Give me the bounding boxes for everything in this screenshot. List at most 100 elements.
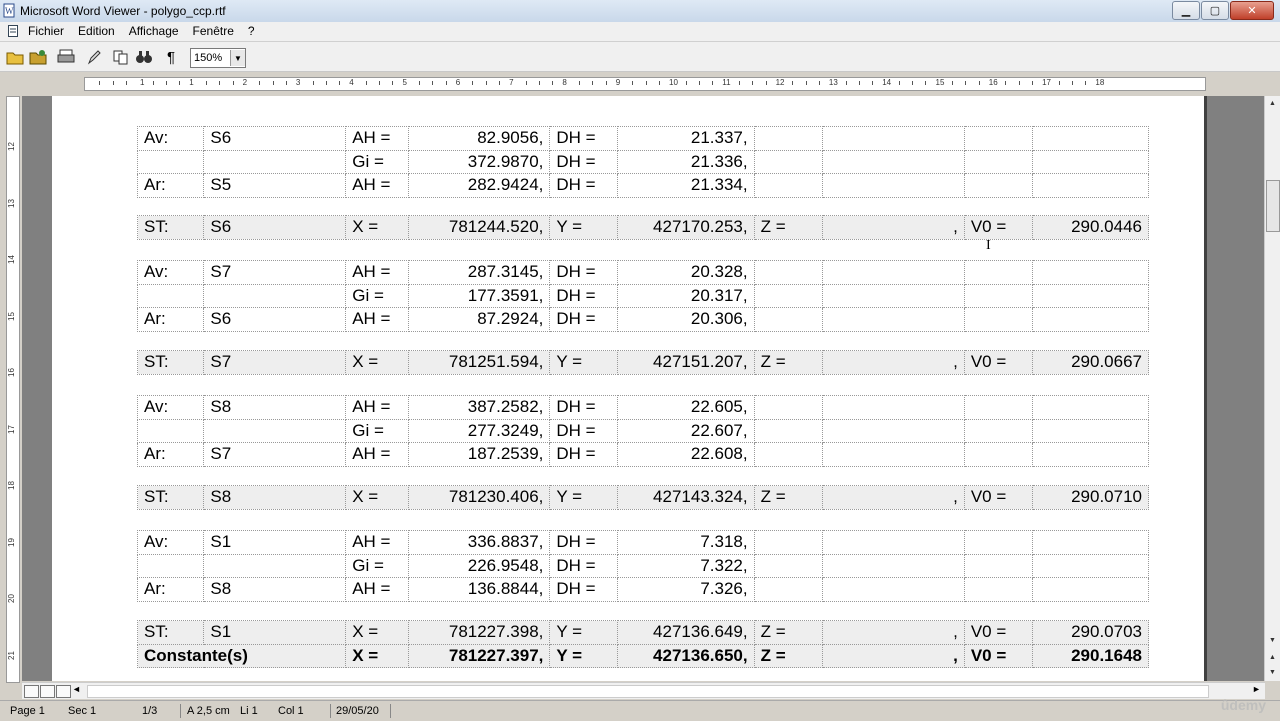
station-table: ST: S7 X = 781251.594, Y = 427151.207, Z =, V0 … [136,350,1149,375]
table-row: Av: S6 AH = 82.9056, DH = 21.337, [136,126,1149,151]
normal-view-icon[interactable] [24,685,39,698]
find-binoculars-icon[interactable] [133,46,155,68]
menu-edition[interactable]: Edition [78,24,115,38]
table-cell: 336.8837, [407,530,551,555]
table-cell: Z = [753,620,823,645]
close-button[interactable]: ✕ [1230,1,1274,20]
vruler-label: 15 [6,311,16,321]
observation-table: Av: S6 AH = 82.9056, DH = 21.337, Gi = 372.9870… [136,126,1149,198]
table-cell: 7.318, [616,530,755,555]
table-cell: S6 [203,307,347,332]
ruler-label: 15 [935,78,945,87]
table-cell: S7 [203,350,347,375]
open-web-icon[interactable] [27,46,49,68]
document-icon[interactable] [8,25,18,37]
table-cell [821,418,965,443]
vertical-scrollbar[interactable]: ▲ ▼ ▲ ▼ [1264,96,1280,681]
vruler-label: 21 [6,650,16,660]
scroll-down-icon[interactable]: ▼ [1266,634,1279,647]
ruler-label: 10 [669,78,678,87]
vruler-label: 12 [6,142,16,151]
table-cell: 22.605, [616,395,755,420]
table-cell [753,126,823,151]
menu-help[interactable]: ? [248,24,255,38]
table-row: ST: S1 X = 781227.398, Y = 427136.649, Z =, V0 … [136,620,1149,645]
table-cell [1032,307,1149,332]
status-bar: Page 1 Sec 1 1/3 A 2,5 cm Li 1 Col 1 29/… [0,700,1280,721]
table-cell [963,126,1034,151]
vertical-ruler[interactable]: 12 13 14 15 16 17 18 19 20 21 [0,96,22,683]
table-cell [1032,283,1149,308]
minimize-button[interactable]: ▁ [1172,1,1200,20]
table-cell [821,283,965,308]
table-cell [1032,126,1149,151]
print-icon[interactable] [55,46,77,68]
table-cell [1032,149,1149,174]
table-cell: Ar: [136,577,205,602]
table-cell [821,395,965,420]
pen-icon[interactable] [83,46,105,68]
horizontal-scrollbar[interactable]: ◄ ► [22,682,1265,699]
previous-page-icon[interactable]: ▲ [1266,651,1279,664]
title-bar: W Microsoft Word Viewer - polygo_ccp.rtf… [0,0,1280,22]
table-cell [963,442,1034,467]
table-row: Ar: S6 AH = 87.2924, DH = 20.306, [136,307,1149,332]
table-cell [753,307,823,332]
horizontal-ruler[interactable]: 1 1 2 3 4 5 6 7 8 9 10 11 12 13 14 15 16 17 18 [0,72,1265,94]
ruler-label: 18 [1095,78,1105,87]
table-row: Av: S8 AH = 387.2582, DH = 22.605, [136,395,1149,420]
table-cell: S1 [203,530,347,555]
table-cell: DH = [549,307,618,332]
table-cell: X = [345,620,409,645]
table-cell: DH = [549,395,618,420]
table-cell [203,149,347,174]
table-cell: 282.9424, [407,173,551,198]
copy-icon[interactable] [110,46,132,68]
menu-fenetre[interactable]: Fenêtre [193,24,234,38]
table-cell [963,395,1034,420]
table-cell [753,418,823,443]
table-row: Av: S1 AH = 336.8837, DH = 7.318, [136,530,1149,555]
table-cell [821,260,965,285]
chevron-down-icon[interactable]: ▼ [230,50,245,66]
table-cell: DH = [549,530,618,555]
table-cell: Gi = [345,149,409,174]
table-cell [1032,442,1149,467]
table-cell: Y = [549,643,618,668]
zoom-select[interactable]: 150% ▼ [190,48,246,68]
table-cell: ST: [136,485,205,510]
ruler-label: 1 [189,78,194,87]
open-folder-icon[interactable] [4,46,26,68]
table-cell: 21.337, [616,126,755,151]
table-row: Ar: S5 AH = 282.9424, DH = 21.334, [136,173,1149,198]
menu-affichage[interactable]: Affichage [129,24,179,38]
table-cell: Ar: [136,173,205,198]
status-section: Sec 1 [68,705,97,717]
menu-fichier[interactable]: Fichier [28,24,64,38]
table-cell: 7.326, [616,577,755,602]
scroll-left-icon[interactable]: ◄ [72,684,81,694]
scroll-right-icon[interactable]: ► [1252,684,1261,694]
table-cell [963,260,1034,285]
next-page-icon[interactable]: ▼ [1266,666,1279,679]
scroll-up-icon[interactable]: ▲ [1266,97,1279,110]
table-row: Gi = 177.3591, DH = 20.317, [136,283,1149,308]
table-cell: 21.334, [616,173,755,198]
outline-view-icon[interactable] [56,685,71,698]
table-cell [821,442,965,467]
table-cell [136,418,205,443]
hscroll-track[interactable] [87,685,1209,698]
table-cell: 187.2539, [407,442,551,467]
table-cell [821,307,965,332]
table-cell: 21.336, [616,149,755,174]
scroll-thumb[interactable] [1266,180,1280,232]
table-cell: DH = [549,126,618,151]
show-paragraph-marks-icon[interactable]: ¶ [160,46,182,68]
maximize-button[interactable]: ▢ [1201,1,1229,20]
page-layout-view-icon[interactable] [40,685,55,698]
table-cell: V0 = [963,643,1034,668]
table-cell [963,418,1034,443]
table-cell [821,149,965,174]
table-cell: S5 [203,173,347,198]
table-cell: DH = [549,442,618,467]
